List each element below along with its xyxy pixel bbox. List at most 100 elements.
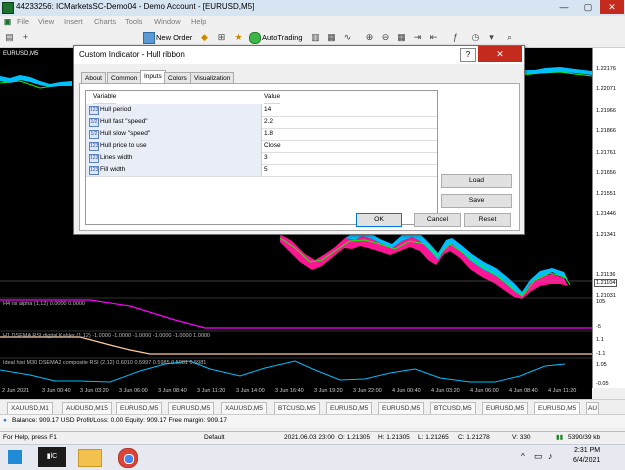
time-tick-6: 3 Jun 14:00 (236, 388, 265, 394)
price-tick: 1.21446 (596, 211, 616, 217)
input-variable-name: Hull period (100, 106, 132, 113)
timeframe-icon[interactable]: ◷ (470, 32, 481, 43)
dialog-title: Custom Indicator - Hull ribbon (79, 50, 185, 59)
tray-volume-icon[interactable]: ♪ (548, 451, 553, 461)
tab-inputs[interactable]: Inputs (140, 70, 166, 84)
status-open: O: 1.21305 (338, 434, 371, 441)
navigator-icon[interactable]: ⊞ (216, 32, 227, 43)
load-button[interactable]: Load (441, 174, 512, 188)
autotrading-icon (249, 32, 261, 44)
start-button[interactable] (8, 450, 22, 464)
time-tick-8: 3 Jun 19:20 (314, 388, 343, 394)
chrome-taskbar-icon[interactable] (118, 448, 138, 468)
metatrader-taskbar-icon[interactable]: ▮lC (38, 447, 66, 467)
price-tick: 1.21866 (596, 128, 616, 134)
autotrading-button[interactable]: AutoTrading (249, 31, 303, 44)
sub-axis-tick: 1.1 (596, 337, 604, 343)
chart-shift-icon[interactable]: ⇤ (428, 32, 439, 43)
time-tick-1: 3 Jun 00:40 (42, 388, 71, 394)
input-value[interactable]: 14 (264, 104, 271, 116)
line-chart-icon[interactable]: ∿ (342, 32, 353, 43)
dialog-title-bar[interactable]: Custom Indicator - Hull ribbon (74, 46, 524, 64)
price-tick: 1.21761 (596, 150, 616, 156)
sub-axis-tick: -5 (596, 324, 601, 330)
indicators-icon[interactable]: ƒ (450, 32, 461, 43)
indicator-label-1: H4 rsi alpha (1,12) 0.0000 0.0000 (3, 301, 85, 307)
dialog-help-button[interactable]: ? (460, 48, 476, 62)
menu-window[interactable]: Window (154, 17, 181, 26)
metaeditor-icon[interactable]: ◆ (199, 32, 210, 43)
price-tick: 1.21136 (596, 272, 616, 278)
menu-view[interactable]: View (38, 17, 54, 26)
input-value[interactable]: 2.2 (264, 116, 273, 128)
rsi-alpha-line (0, 299, 592, 329)
new-order-icon (143, 32, 155, 44)
menu-charts[interactable]: Charts (94, 17, 116, 26)
grid-header-variable: Variable (93, 91, 117, 104)
reset-button[interactable]: Reset (464, 213, 511, 227)
status-volume: V: 330 (512, 434, 531, 441)
taskbar: ▮lC ^ ▭ ♪ 2:31 PM 6/4/2021 (0, 444, 625, 470)
zoom-in-icon[interactable]: ⊕ (364, 32, 375, 43)
time-tick-4: 3 Jun 08:40 (158, 388, 187, 394)
minimize-button[interactable]: — (552, 0, 576, 14)
new-order-button[interactable]: New Order (143, 31, 192, 44)
crosshair-icon[interactable]: + (20, 32, 31, 43)
integer-type-icon: 123 (89, 154, 99, 163)
status-profile[interactable]: Default (204, 432, 225, 444)
input-value[interactable]: 3 (264, 152, 268, 164)
menu-tools[interactable]: Tools (125, 17, 143, 26)
save-button[interactable]: Save (441, 194, 512, 208)
time-axis: 2 Jun 2021 3 Jun 00:40 3 Jun 03:20 3 Jun… (0, 386, 592, 399)
tray-display-icon[interactable]: ▭ (534, 451, 543, 462)
input-variable-name: Hull fast "speed" (100, 118, 148, 125)
input-variable-name: Hull price to use (100, 142, 147, 149)
hull-ribbon-right (524, 67, 592, 75)
status-datetime: 2021.06.03 23:00 (284, 434, 335, 441)
chart-symbol-label: EURUSD,M5 (3, 51, 39, 57)
hull-ribbon-left (0, 75, 72, 87)
tray-chevron-icon[interactable]: ^ (521, 452, 525, 461)
sub-axis-tick: 1.05 (596, 362, 607, 368)
time-tick-3: 3 Jun 06:00 (119, 388, 148, 394)
ok-button[interactable]: OK (356, 213, 402, 227)
price-tick: 1.21551 (596, 191, 616, 197)
input-variable-name: Lines width (100, 154, 133, 161)
menu-file[interactable]: File (17, 17, 29, 26)
tile-icon[interactable]: ▦ (396, 32, 407, 43)
status-low: L: 1.21265 (418, 434, 449, 441)
price-axis[interactable]: 1.22176 1.22071 1.21966 1.21866 1.21761 … (592, 48, 625, 388)
bar-chart-icon[interactable]: ▥ (310, 32, 321, 43)
sub-axis-tick: -1.1 (596, 351, 606, 357)
dialog-close-button[interactable]: ✕ (478, 46, 522, 62)
menu-app-icon[interactable]: ▣ (4, 17, 11, 26)
input-value[interactable]: 5 (264, 164, 268, 176)
input-variable-name: Hull slow "speed" (100, 130, 151, 137)
price-tick: 1.21341 (596, 232, 616, 238)
price-tick: 1.22071 (596, 86, 616, 92)
input-value[interactable]: 1.8 (264, 128, 273, 140)
new-chart-icon[interactable]: ▤ (4, 32, 15, 43)
zoom-out-icon[interactable]: ⊖ (380, 32, 391, 43)
input-variable-cell: 1/2 Hull fast "speed" (86, 116, 262, 128)
taskbar-date[interactable]: 6/4/2021 (573, 457, 600, 464)
folder-taskbar-icon[interactable] (78, 449, 102, 467)
menu-help[interactable]: Help (191, 17, 206, 26)
search-icon[interactable]: ⌕ (504, 32, 515, 43)
time-tick-2: 3 Jun 03:20 (80, 388, 109, 394)
cancel-button[interactable]: Cancel (414, 213, 461, 227)
menu-insert[interactable]: Insert (64, 17, 83, 26)
maximize-button[interactable]: ▢ (576, 0, 600, 14)
new-order-label: New Order (156, 33, 193, 42)
autoscroll-icon[interactable]: ⇥ (412, 32, 423, 43)
input-value[interactable]: Close (264, 140, 281, 152)
templates-icon[interactable]: ▾ (486, 32, 497, 43)
candle-chart-icon[interactable]: ▦ (326, 32, 337, 43)
strategy-icon[interactable]: ★ (233, 32, 244, 43)
close-button[interactable]: ✕ (600, 0, 624, 14)
time-tick-13: 4 Jun 08:40 (509, 388, 538, 394)
status-traffic: 5390/39 kb (568, 434, 601, 441)
balance-text: Balance: 909.17 USD Profit/Loss: 0.00 Eq… (12, 417, 227, 424)
taskbar-time[interactable]: 2:31 PM (574, 447, 600, 454)
input-row[interactable]: 123 Fill width 5 (86, 164, 437, 177)
